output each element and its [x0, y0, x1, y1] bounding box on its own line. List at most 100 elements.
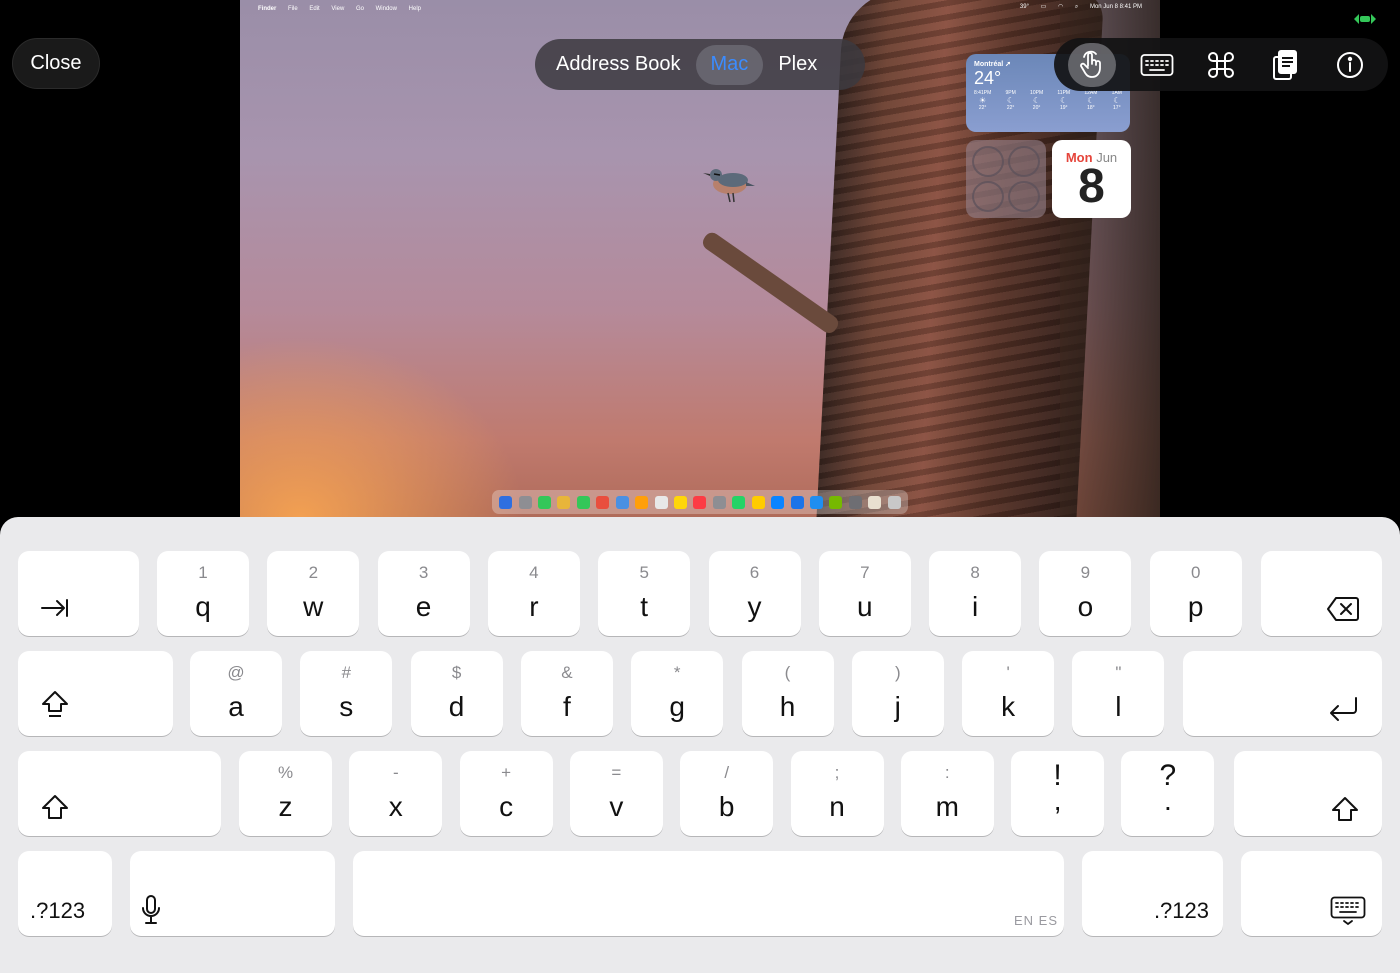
shift-icon	[1332, 797, 1358, 821]
space-language-label: EN ES	[1013, 913, 1058, 928]
key-label: z	[278, 791, 293, 822]
dock-app-icon[interactable]	[790, 495, 804, 509]
dock-app-icon[interactable]	[538, 495, 552, 509]
space-bar[interactable]: EN ES	[353, 851, 1064, 936]
key-alt-label: 0	[1190, 563, 1201, 582]
caps-lock-key[interactable]	[18, 651, 173, 736]
key-alt-label: +	[501, 763, 512, 782]
clipboard-button[interactable]	[1261, 43, 1309, 87]
dock-app-icon[interactable]	[596, 495, 610, 509]
key-n[interactable]: ; n	[790, 751, 884, 836]
dock-app-icon[interactable]	[868, 495, 882, 509]
key-j[interactable]: ) j	[851, 651, 944, 736]
key-w[interactable]: 2w	[267, 551, 360, 636]
dismiss-keyboard-key[interactable]	[1241, 851, 1382, 936]
dock-app-icon[interactable]	[771, 495, 785, 509]
menu-edit[interactable]: Edit	[309, 6, 319, 12]
mac-menu-bar: Finder File Edit View Go Window Help 39°…	[240, 0, 1160, 14]
key-y[interactable]: 6y	[708, 551, 801, 636]
key-m[interactable]: :m	[900, 751, 994, 836]
status-search-icon[interactable]: ⌕	[1075, 4, 1078, 10]
dock-app-icon[interactable]	[518, 495, 532, 509]
key-comma[interactable]: !,	[1011, 751, 1105, 836]
menu-file[interactable]: File	[288, 6, 298, 12]
world-clock-widget[interactable]	[966, 140, 1046, 218]
key-d[interactable]: $ d	[410, 651, 503, 736]
key-period[interactable]: ?.	[1121, 751, 1215, 836]
menu-window[interactable]: Window	[376, 6, 397, 12]
key-u[interactable]: 7u	[818, 551, 911, 636]
dock-app-icon[interactable]	[693, 495, 707, 509]
key-b[interactable]: / b	[680, 751, 774, 836]
segment-plex[interactable]: Plex	[763, 45, 832, 85]
key-x[interactable]: -x	[349, 751, 443, 836]
key-s[interactable]: # s	[300, 651, 393, 736]
key-i[interactable]: 8i	[929, 551, 1022, 636]
key-f[interactable]: & f	[520, 651, 613, 736]
dock-app-icon[interactable]	[712, 495, 726, 509]
key-t[interactable]: 5t	[598, 551, 691, 636]
close-button[interactable]: Close	[12, 38, 100, 89]
dock-app-icon[interactable]	[576, 495, 590, 509]
key-alt-label: "	[1115, 663, 1122, 682]
dock-app-icon[interactable]	[887, 495, 901, 509]
dock-app-icon[interactable]	[848, 495, 862, 509]
dock-app-icon[interactable]	[809, 495, 823, 509]
menu-view[interactable]: View	[331, 6, 344, 12]
key-v[interactable]: = v	[569, 751, 663, 836]
numbers-key-right[interactable]: .?123	[1082, 851, 1223, 936]
info-button[interactable]	[1326, 43, 1374, 87]
tab-key[interactable]	[18, 551, 139, 636]
delete-key[interactable]	[1261, 551, 1382, 636]
shift-key-left[interactable]	[18, 751, 221, 836]
dock-app-icon[interactable]	[829, 495, 843, 509]
key-label: w	[303, 591, 324, 622]
dictation-key[interactable]	[130, 851, 335, 936]
keyboard-dismiss-icon	[1330, 896, 1366, 926]
segment-mac[interactable]: Mac	[695, 44, 764, 85]
dock-app-icon[interactable]	[654, 495, 668, 509]
dock-app-icon[interactable]	[751, 495, 765, 509]
key-z[interactable]: % z	[239, 751, 332, 836]
key-l[interactable]: " l	[1072, 651, 1165, 736]
dock-app-icon[interactable]	[615, 495, 629, 509]
key-alt-label: @	[227, 663, 245, 682]
key-a[interactable]: @ a	[190, 651, 282, 736]
command-key-button[interactable]	[1197, 43, 1245, 87]
menu-app-name[interactable]: Finder	[258, 6, 276, 12]
segment-address-book[interactable]: Address Book	[541, 45, 696, 85]
dock-app-icon[interactable]	[499, 495, 513, 509]
dock-app-icon[interactable]	[674, 495, 687, 509]
keyboard-button[interactable]	[1133, 43, 1181, 87]
dock-app-icon[interactable]	[635, 495, 649, 509]
status-wifi-icon[interactable]: ◠	[1058, 4, 1063, 10]
key-p[interactable]: 0p	[1149, 551, 1242, 636]
touch-pointer-button[interactable]	[1068, 42, 1117, 87]
key-label: f	[563, 691, 571, 722]
status-battery-icon[interactable]: ▭	[1041, 4, 1047, 10]
caps-lock-icon	[42, 691, 68, 717]
mac-dock	[492, 490, 908, 514]
dock-app-icon[interactable]	[557, 495, 571, 509]
key-h[interactable]: (h	[741, 651, 834, 736]
calendar-widget[interactable]: Mon Jun 8	[1052, 140, 1131, 218]
menu-go[interactable]: Go	[356, 6, 364, 12]
key-c[interactable]: + c	[459, 751, 553, 836]
shift-key-right[interactable]	[1234, 751, 1382, 836]
key-label: c	[499, 791, 514, 822]
key-alt-label: (	[784, 663, 791, 682]
key-k[interactable]: ' k	[962, 651, 1055, 736]
key-label: y	[747, 591, 762, 622]
menu-clock[interactable]: Mon Jun 8 8:41 PM	[1090, 4, 1142, 10]
key-e[interactable]: 3e	[377, 551, 470, 636]
key-label: d	[448, 691, 465, 722]
key-q[interactable]: 1q	[157, 551, 249, 636]
dock-app-icon[interactable]	[732, 495, 746, 509]
menu-help[interactable]: Help	[409, 6, 421, 12]
status-temp[interactable]: 39°	[1020, 4, 1029, 10]
key-r[interactable]: 4r	[487, 551, 580, 636]
key-o[interactable]: 9o	[1039, 551, 1132, 636]
key-g[interactable]: * g	[631, 651, 724, 736]
return-key[interactable]	[1183, 651, 1382, 736]
numbers-key-left[interactable]: .?123	[18, 851, 112, 936]
